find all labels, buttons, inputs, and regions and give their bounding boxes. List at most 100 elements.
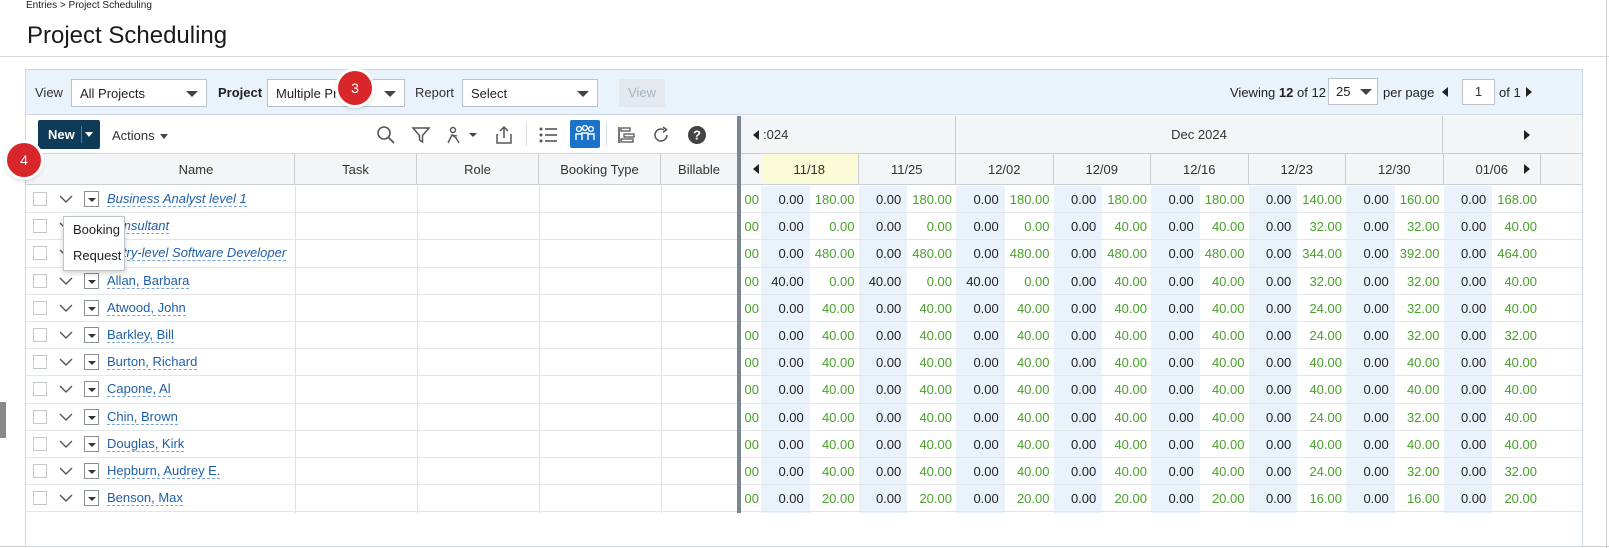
column-header-task[interactable]: Task xyxy=(295,154,417,185)
table-row[interactable]: Chin, Brown xyxy=(26,404,737,431)
row-checkbox[interactable] xyxy=(33,246,47,261)
chevron-down-icon[interactable] xyxy=(59,410,73,424)
row-name-link[interactable]: Entry-level Software Developer xyxy=(107,246,287,262)
gantt-icon[interactable] xyxy=(616,124,638,146)
breadcrumb: Entries > Project Scheduling xyxy=(26,0,152,11)
list-view-icon[interactable] xyxy=(537,124,559,146)
view-filter-select[interactable]: All Projects xyxy=(71,79,207,107)
row-menu-button[interactable] xyxy=(84,299,99,316)
row-menu-button[interactable] xyxy=(84,435,99,452)
table-row[interactable]: Atwood, John xyxy=(26,295,737,322)
timeline-week-header: 11/18 11/25 12/02 12/09 12/16 12/23 12/30 01/06 xyxy=(741,154,1582,185)
step-badge-4: 4 xyxy=(7,143,41,177)
row-name-link[interactable]: Benson, Max xyxy=(107,491,183,507)
row-checkbox[interactable] xyxy=(33,436,47,451)
timeline-week: 12/16 xyxy=(1151,154,1249,184)
previous-page-icon[interactable] xyxy=(1442,87,1448,97)
row-checkbox[interactable] xyxy=(33,355,47,370)
row-name-link[interactable]: Burton, Richard xyxy=(107,355,198,371)
row-menu-button[interactable] xyxy=(84,381,99,398)
row-name-link[interactable]: Barkley, Bill xyxy=(107,328,174,343)
column-header-name[interactable]: Name xyxy=(98,154,295,185)
per-page-value: 25 xyxy=(1336,84,1351,99)
row-checkbox[interactable] xyxy=(33,382,47,397)
actions-button-label: Actions xyxy=(112,128,155,143)
row-menu-button[interactable] xyxy=(84,354,99,371)
available-hours: 32.00 xyxy=(1504,327,1537,343)
row-name-link[interactable]: Atwood, John xyxy=(107,301,186,316)
row-checkbox[interactable] xyxy=(33,273,47,288)
svg-text:?: ? xyxy=(693,128,701,143)
row-checkbox[interactable] xyxy=(33,192,47,206)
chevron-down-icon[interactable] xyxy=(59,301,73,315)
chevron-down-icon[interactable] xyxy=(59,464,73,478)
page-number-input[interactable]: 1 xyxy=(1462,79,1495,105)
table-row[interactable]: Hepburn, Audrey E. xyxy=(26,458,737,486)
table-row[interactable]: Capone, Al xyxy=(26,376,737,404)
table-row[interactable]: Entry-level Software Developer xyxy=(26,240,737,268)
row-checkbox[interactable] xyxy=(33,409,47,424)
available-hours: 40.00 xyxy=(1504,219,1537,235)
chevron-down-icon[interactable] xyxy=(59,437,73,451)
row-menu-button[interactable] xyxy=(84,490,99,507)
row-menu-button[interactable] xyxy=(84,326,99,343)
new-dropdown-menu: Booking Request xyxy=(63,216,125,271)
column-header-billable[interactable]: Billable xyxy=(661,154,737,185)
menu-item-booking[interactable]: Booking xyxy=(64,217,124,243)
caret-down-icon xyxy=(88,333,96,338)
table-row[interactable]: Barkley, Bill xyxy=(26,322,737,350)
table-row[interactable]: Burton, Richard xyxy=(26,349,737,377)
search-icon[interactable] xyxy=(375,124,397,146)
table-row[interactable]: Allan, Barbara xyxy=(26,268,737,295)
filter-icon[interactable] xyxy=(410,124,432,146)
row-menu-button[interactable] xyxy=(84,408,99,425)
assign-icon[interactable] xyxy=(444,124,478,146)
row-checkbox[interactable] xyxy=(33,327,47,342)
row-checkbox[interactable] xyxy=(33,491,47,506)
menu-item-request[interactable]: Request xyxy=(64,243,124,269)
chevron-down-icon[interactable] xyxy=(85,132,93,137)
side-panel-toggle[interactable] xyxy=(0,402,6,438)
row-checkbox[interactable] xyxy=(33,463,47,478)
row-name-link[interactable]: Chin, Brown xyxy=(107,410,178,425)
row-name-link[interactable]: Hepburn, Audrey E. xyxy=(107,464,221,479)
table-row[interactable]: Benson, Max xyxy=(26,485,737,513)
project-filter-select[interactable]: Multiple Pro xyxy=(267,79,405,107)
row-menu-button[interactable] xyxy=(84,462,99,479)
refresh-icon[interactable] xyxy=(650,124,672,146)
row-menu-button[interactable] xyxy=(84,272,99,289)
row-checkbox[interactable] xyxy=(33,219,47,234)
timeline-previous-week-icon[interactable] xyxy=(753,164,759,174)
row-name-link[interactable]: Business Analyst level 1 xyxy=(107,192,247,207)
column-header-booking-type[interactable]: Booking Type xyxy=(539,154,661,185)
next-page-icon[interactable] xyxy=(1526,87,1532,97)
row-name-link[interactable]: Capone, Al xyxy=(107,382,171,398)
row-name-link[interactable]: Douglas, Kirk xyxy=(107,437,185,452)
row-menu-button[interactable] xyxy=(84,191,99,207)
view-button[interactable]: View xyxy=(619,79,665,107)
table-row[interactable]: Consultant xyxy=(26,213,737,241)
table-row[interactable]: Business Analyst level 1 xyxy=(26,186,737,214)
chevron-down-icon[interactable] xyxy=(59,274,73,288)
new-button[interactable]: New xyxy=(38,120,100,149)
per-page-select[interactable]: 25 xyxy=(1328,78,1378,105)
toolbar-divider xyxy=(606,122,607,146)
help-icon[interactable]: ? xyxy=(686,124,708,146)
caret-down-icon xyxy=(88,497,96,502)
timeline-next-icon[interactable] xyxy=(1524,130,1530,140)
export-icon[interactable] xyxy=(493,124,515,146)
actions-button[interactable]: Actions xyxy=(112,128,168,143)
available-hours: 40.00 xyxy=(1504,409,1537,425)
chevron-down-icon[interactable] xyxy=(59,328,73,342)
row-name-link[interactable]: Allan, Barbara xyxy=(107,274,190,289)
row-checkbox[interactable] xyxy=(33,300,47,315)
project-filter-label: Project xyxy=(218,85,263,100)
report-filter-select[interactable]: Select xyxy=(462,79,598,107)
column-header-role[interactable]: Role xyxy=(417,154,539,185)
chevron-down-icon[interactable] xyxy=(59,491,73,505)
resource-view-icon[interactable] xyxy=(570,120,600,148)
chevron-down-icon[interactable] xyxy=(59,355,73,369)
chevron-down-icon[interactable] xyxy=(59,382,73,396)
table-row[interactable]: Douglas, Kirk xyxy=(26,431,737,458)
chevron-down-icon[interactable] xyxy=(59,192,73,206)
